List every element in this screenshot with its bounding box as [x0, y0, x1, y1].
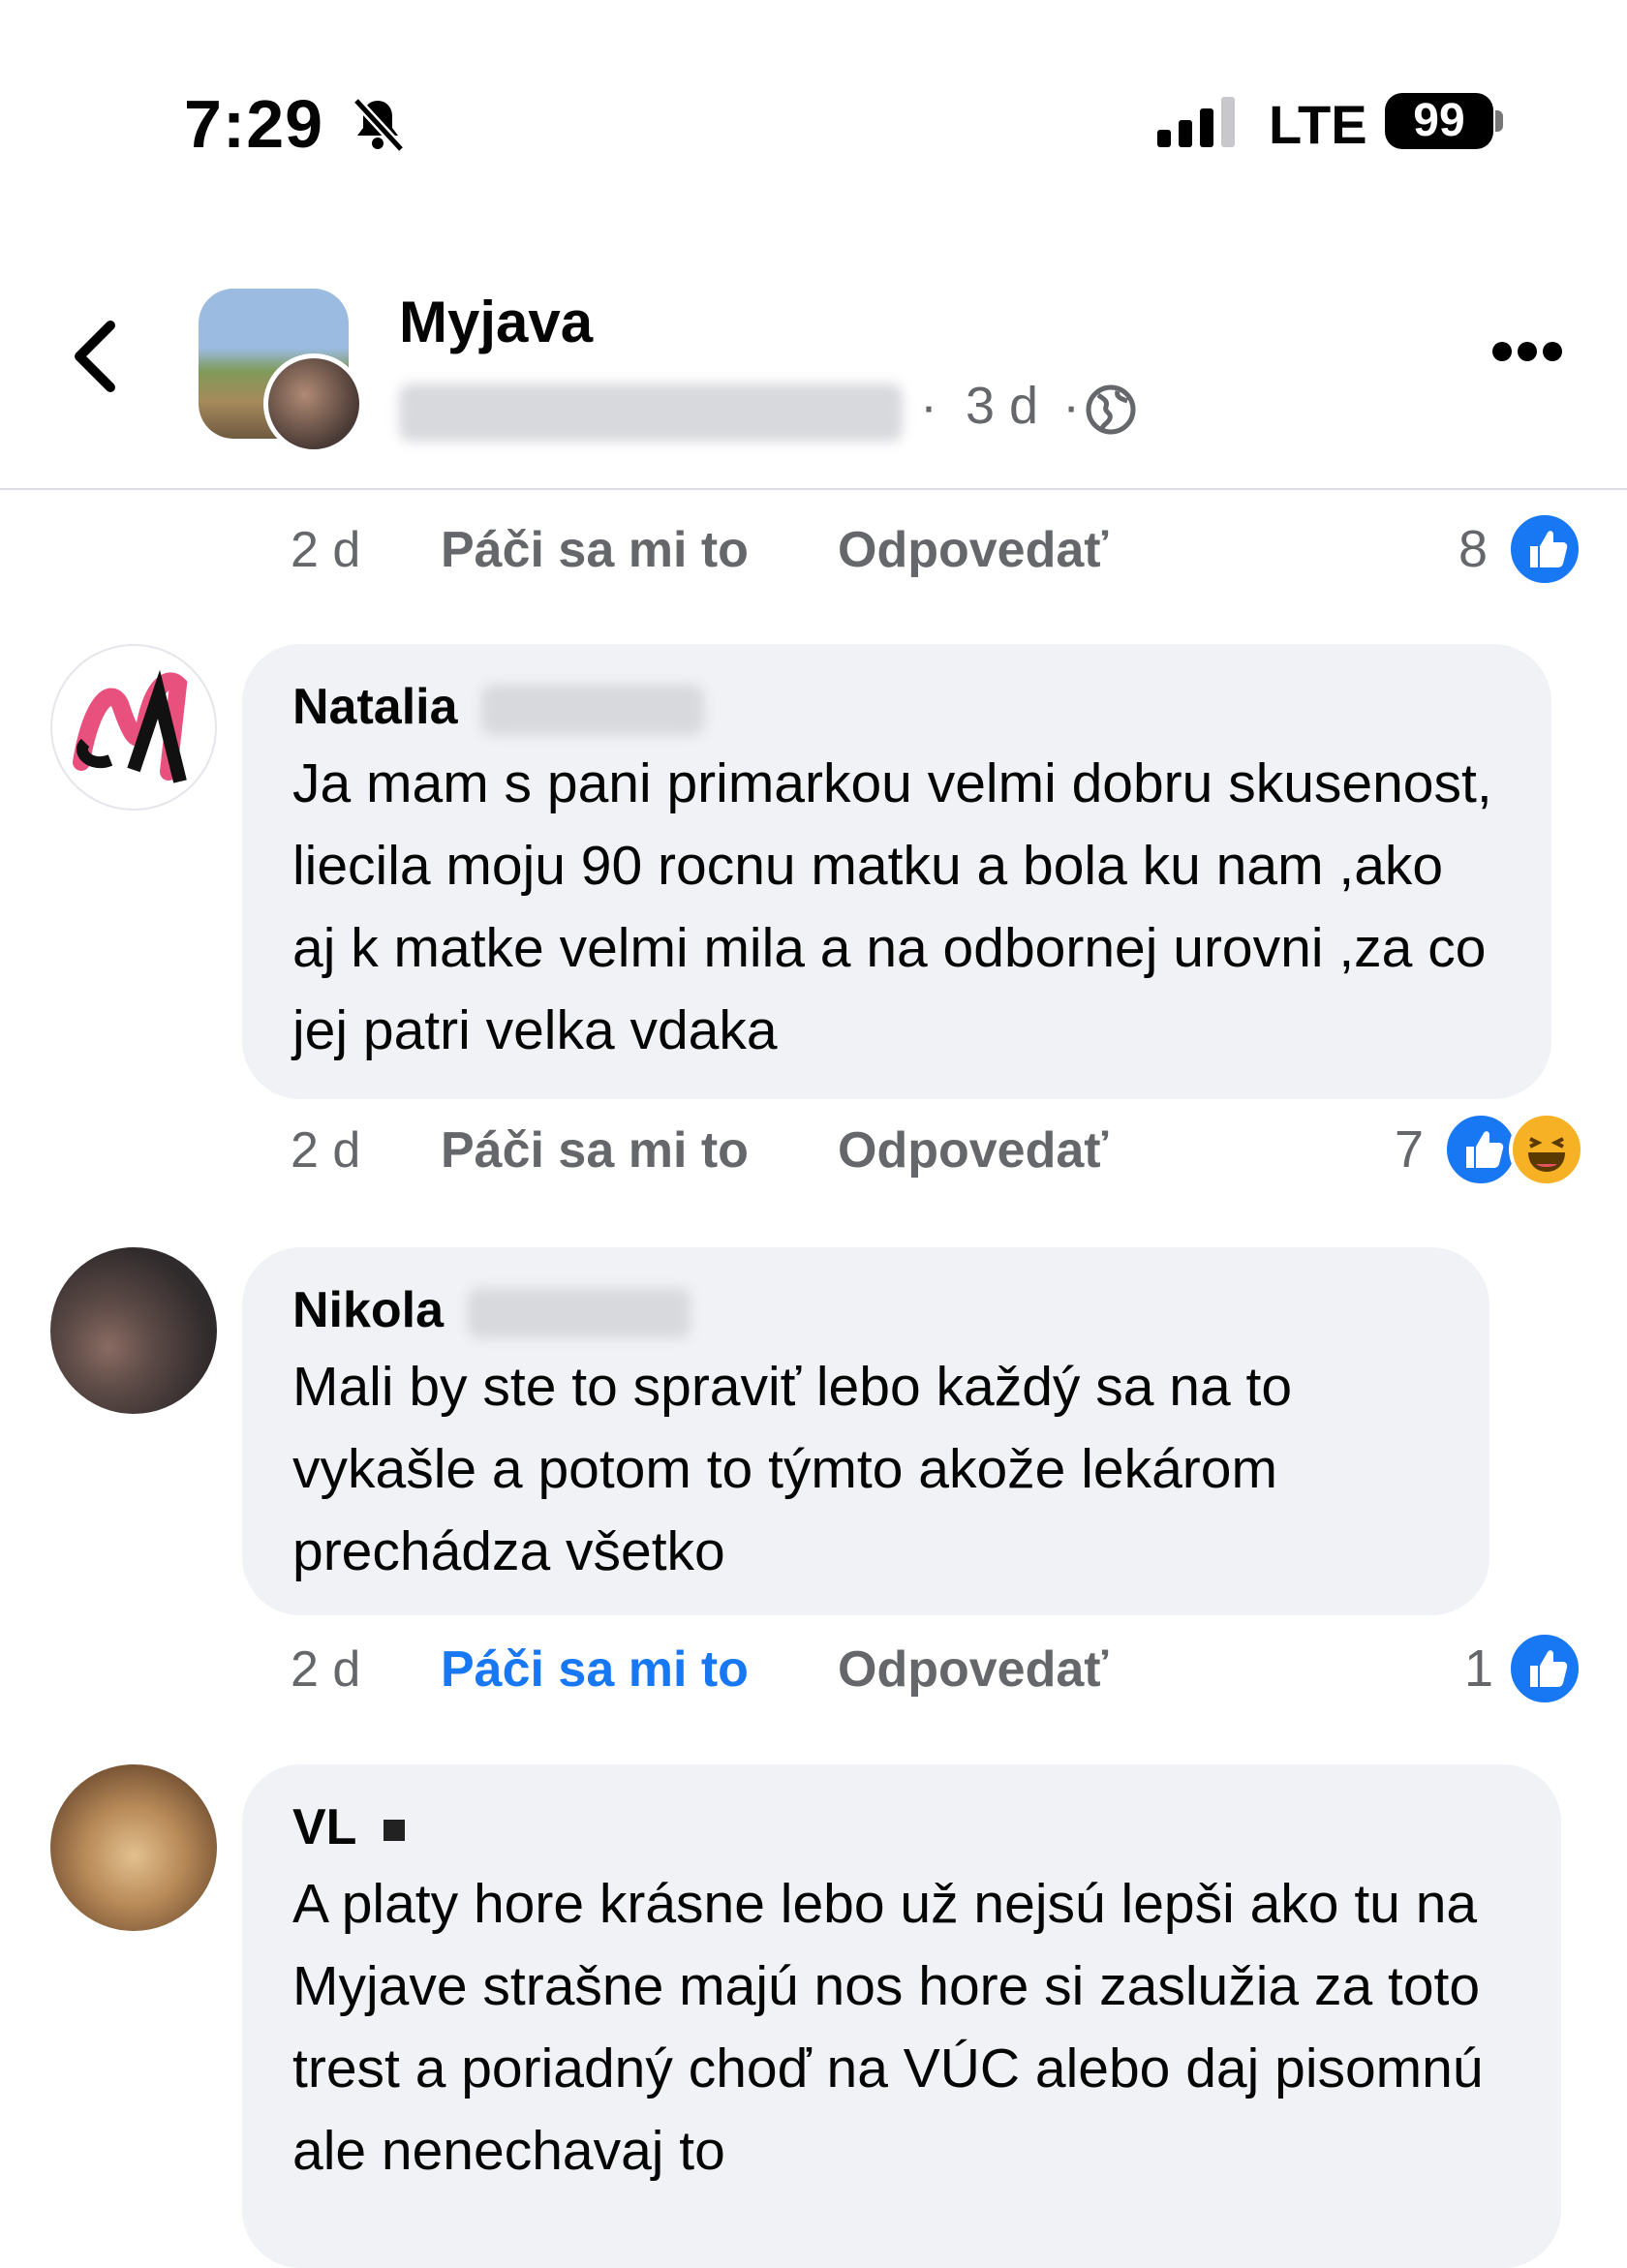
comment-time: 2 d	[291, 1122, 361, 1179]
comment-time: 2 d	[291, 1641, 361, 1698]
reaction-count: 1	[1464, 1640, 1494, 1698]
commenter-avatar[interactable]	[50, 1247, 217, 1414]
comment-author[interactable]: VL	[292, 1797, 1511, 1857]
comment-bubble: Nikola Mali by ste to spraviť lebo každý…	[242, 1247, 1489, 1615]
post-meta: · 3 d ·	[920, 377, 1081, 435]
redacted-surname	[480, 685, 704, 736]
redacted-surname	[383, 1820, 405, 1842]
like-icon	[1443, 1112, 1519, 1187]
globe-icon	[1086, 384, 1136, 435]
like-icon	[1507, 1631, 1582, 1706]
like-button[interactable]: Páči sa mi to	[441, 1121, 749, 1180]
redacted-surname	[467, 1288, 691, 1339]
reply-button[interactable]: Odpovedať	[838, 1640, 1108, 1699]
network-label: LTE	[1269, 94, 1367, 155]
reaction-count: 7	[1395, 1120, 1425, 1179]
reaction-summary[interactable]: 1	[1462, 1631, 1588, 1708]
reply-button[interactable]: Odpovedať	[838, 1121, 1108, 1180]
status-time: 7:29	[184, 86, 324, 162]
reaction-summary[interactable]: 7	[1391, 1112, 1584, 1189]
post-header: Myjava · 3 d ·	[0, 194, 1627, 490]
bell-slash-icon	[353, 97, 405, 153]
post-age: 3 d	[966, 377, 1039, 435]
commenter-avatar[interactable]	[50, 644, 217, 811]
like-button[interactable]: Páči sa mi to	[441, 1640, 749, 1699]
commenter-avatar[interactable]	[50, 1764, 217, 1931]
reaction-summary[interactable]: 8	[1453, 511, 1582, 589]
comment-bubble: VL A platy hore krásne lebo už nejsú lep…	[242, 1764, 1561, 2268]
redacted-author-name	[399, 383, 903, 442]
more-icon[interactable]	[1491, 341, 1563, 362]
like-button[interactable]: Páči sa mi to	[441, 521, 749, 579]
like-icon	[1507, 511, 1582, 587]
signal-icon	[1157, 97, 1235, 147]
reply-button[interactable]: Odpovedať	[838, 521, 1108, 579]
comment-text: A platy hore krásne lebo už nejsú lepši …	[292, 1873, 1484, 2182]
comment-bubble: Natalia Ja mam s pani primarkou velmi do…	[242, 644, 1551, 1099]
reaction-count: 8	[1458, 520, 1489, 578]
back-chevron-icon[interactable]	[68, 318, 126, 395]
haha-icon	[1509, 1112, 1584, 1187]
comment-text: Ja mam s pani primarkou velmi dobru skus…	[292, 752, 1492, 1061]
comment-time: 2 d	[291, 522, 361, 578]
author-avatar[interactable]	[263, 353, 364, 454]
status-bar: 7:29 LTE 99	[0, 0, 1627, 194]
battery-indicator: 99	[1385, 93, 1493, 149]
comment-text: Mali by ste to spraviť lebo každý sa na …	[292, 1356, 1293, 1582]
battery-tip	[1495, 110, 1503, 132]
comment-author[interactable]: Natalia	[292, 677, 1501, 737]
comment-author[interactable]: Nikola	[292, 1280, 1439, 1340]
group-title[interactable]: Myjava	[399, 289, 593, 355]
